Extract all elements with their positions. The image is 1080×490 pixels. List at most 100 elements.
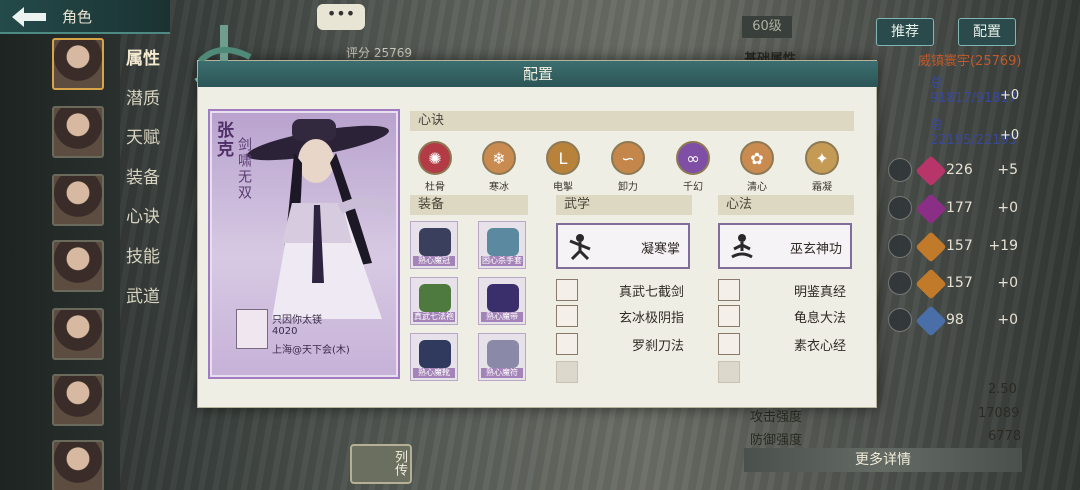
xinjue-label: 清心 (747, 182, 767, 193)
xinjue-item[interactable]: ∞ 千幻 (668, 141, 718, 193)
title-badge: 威镇寰宇(25769) (918, 54, 1022, 69)
stat-badge (915, 155, 947, 187)
skill-label: 龟息大法 (793, 311, 846, 326)
equipment-slot[interactable]: 熟心魔带 (478, 277, 526, 325)
top-nav-bar: 角色 (0, 0, 170, 34)
player-score: 4020 (272, 326, 298, 337)
xinfa-sub-skill[interactable]: 龟息大法 (718, 305, 852, 327)
equipment-label: 困心杀手套 (481, 256, 523, 266)
skill-label: 巫玄神功 (789, 242, 842, 257)
tab-talent[interactable]: 天赋 (126, 123, 160, 148)
belt-icon (487, 284, 519, 312)
defense-label: 防御强度 (750, 433, 803, 448)
attack-value: 17089 (978, 406, 1020, 421)
skill-icon (718, 279, 740, 301)
skill-icon (556, 333, 578, 355)
more-details-button[interactable]: 更多详情 (744, 448, 1022, 472)
helmet-icon (419, 228, 451, 256)
xinjue-item[interactable]: ∽ 卸力 (603, 141, 653, 193)
equipment-header: 装备 (410, 195, 528, 215)
xinjue-icon: ∽ (611, 141, 645, 175)
xinjue-label: 寒冰 (489, 182, 509, 193)
gloves-icon (487, 228, 519, 256)
stat-add: +19 (988, 238, 1018, 254)
recommend-button[interactable]: 推荐 (876, 18, 934, 46)
tab-skills[interactable]: 技能 (126, 242, 160, 267)
martial-pose-icon (569, 234, 591, 261)
xinjue-icon: ✦ (805, 141, 839, 175)
chat-bubble[interactable]: ••• (317, 4, 365, 30)
tab-wudao[interactable]: 武道 (126, 282, 160, 307)
wuxue-main-skill[interactable]: 凝寒掌 (556, 223, 690, 269)
tab-xinjue[interactable]: 心诀 (126, 202, 160, 227)
skill-icon (556, 305, 578, 327)
xinjue-item[interactable]: ❄ 寒冰 (474, 141, 524, 193)
equipment-slot[interactable]: 熟心魔符 (478, 333, 526, 381)
skill-label: 明鉴真经 (793, 285, 846, 300)
biography-label: 列传 (392, 450, 407, 476)
stat-icon (888, 234, 912, 258)
stat-value: 177 (946, 200, 973, 216)
equipment-slot[interactable]: 真武七法袍 (410, 277, 458, 325)
stat-add: +0 (997, 275, 1018, 291)
character-portrait[interactable] (52, 240, 104, 292)
equipment-slot[interactable]: 熟心魔靴 (410, 333, 458, 381)
equipment-label: 熟心魔符 (481, 368, 523, 378)
equipment-label: 熟心魔冠 (413, 256, 455, 266)
xinjue-icon: L (546, 141, 580, 175)
skill-icon (718, 333, 740, 355)
xinjue-label: 卸力 (618, 182, 638, 193)
page-title: 角色 (62, 8, 93, 26)
config-button[interactable]: 配置 (958, 18, 1016, 46)
back-arrow-icon (12, 7, 46, 27)
character-portrait[interactable] (52, 308, 104, 360)
stat-badge (915, 305, 947, 337)
character-card: 张克 剑啸无双 只因你太镁 4020 上海@天下会(木) (210, 111, 398, 377)
back-button[interactable] (8, 4, 52, 30)
xinjue-icon: ✺ (418, 141, 452, 175)
character-title: 剑啸无双 (236, 137, 252, 201)
tab-equipment[interactable]: 装备 (126, 163, 160, 188)
stat-value: 98 (946, 312, 964, 328)
boots-icon (419, 340, 451, 368)
equipment-label: 熟心魔靴 (413, 368, 455, 378)
config-modal: 配置 张克 剑啸无双 只因你太镁 4020 上海@天下会(木) 心诀 ✺ 杜骨 … (194, 25, 878, 408)
xinfa-main-skill[interactable]: 巫玄神功 (718, 223, 852, 269)
character-portrait[interactable] (52, 106, 104, 158)
stat-value: 157 (946, 275, 973, 291)
stat-add: +0 (997, 312, 1018, 328)
skill-label: 罗刹刀法 (631, 339, 684, 354)
xinjue-label: 千幻 (683, 182, 703, 193)
xinfa-sub-skill[interactable]: 明鉴真经 (718, 279, 852, 301)
stat-badge (915, 193, 947, 225)
character-list (0, 34, 120, 490)
mp-add: +0 (1000, 128, 1020, 143)
xinjue-item[interactable]: L 电掣 (538, 141, 588, 193)
xinjue-item[interactable]: ✺ 杜骨 (410, 141, 460, 193)
tab-potential[interactable]: 潜质 (126, 84, 160, 109)
xinjue-icon: ∞ (676, 141, 710, 175)
xinjue-label: 电掣 (553, 182, 573, 193)
character-illustration (247, 119, 396, 319)
stat-add: +5 (997, 162, 1018, 178)
skill-icon (556, 279, 578, 301)
empty-skill-slot[interactable] (718, 361, 740, 383)
xinjue-item[interactable]: ✦ 霜凝 (797, 141, 847, 193)
tab-attributes[interactable]: 属性 (126, 44, 160, 69)
stat-icon (888, 158, 912, 182)
character-portrait[interactable] (52, 38, 104, 90)
equipment-slot[interactable]: 熟心魔冠 (410, 221, 458, 269)
wuxue-sub-skill[interactable]: 真武七截剑 (556, 279, 690, 301)
wuxue-sub-skill[interactable]: 玄冰极阴指 (556, 305, 690, 327)
character-portrait[interactable] (52, 374, 104, 426)
empty-skill-slot[interactable] (556, 361, 578, 383)
xinjue-icon: ✿ (740, 141, 774, 175)
equipment-slot[interactable]: 困心杀手套 (478, 221, 526, 269)
biography-button[interactable]: 列传 (350, 444, 412, 484)
wuxue-sub-skill[interactable]: 罗刹刀法 (556, 333, 690, 355)
character-portrait[interactable] (52, 174, 104, 226)
character-portrait[interactable] (52, 440, 104, 490)
xinjue-item[interactable]: ✿ 清心 (732, 141, 782, 193)
xinfa-sub-skill[interactable]: 素衣心经 (718, 333, 852, 355)
xinfa-header: 心法 (718, 195, 854, 215)
